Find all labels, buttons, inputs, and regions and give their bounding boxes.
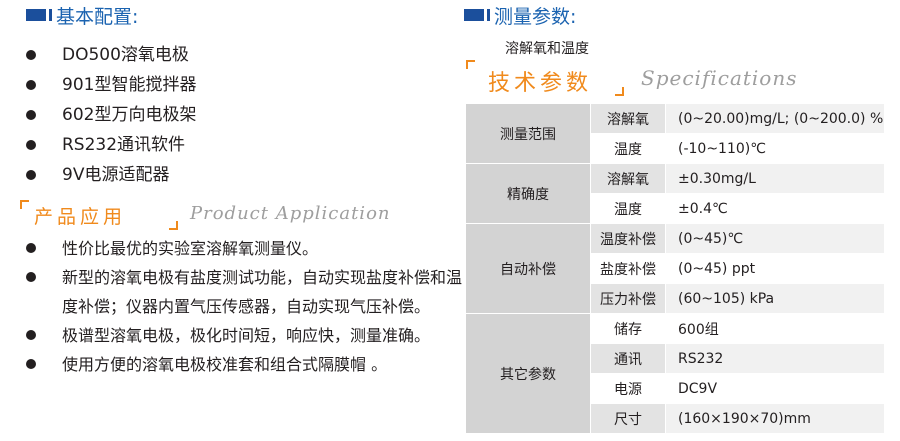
param-value: RS232	[665, 343, 885, 374]
product-application-list: 性价比最优的实验室溶解氧测量仪。 新型的溶氧电极有盐度测试功能，自动实现盐度补偿…	[26, 234, 466, 379]
product-application-title-en: Product Application	[190, 203, 391, 224]
bullet-icon	[26, 330, 36, 340]
section-marker-icon	[464, 9, 490, 21]
list-item: 新型的溶氧电极有盐度测试功能，自动实现盐度补偿和温度补偿；仪器内置气压传感器，自…	[26, 263, 466, 321]
param-value: ±0.30mg/L	[665, 163, 885, 194]
bullet-icon	[26, 170, 36, 180]
product-application-heading: 产品应用	[20, 200, 178, 230]
param-value: (60~105) kPa	[665, 283, 885, 314]
param-value: (160×190×70)mm	[665, 403, 885, 434]
param-name: 温度	[590, 133, 666, 164]
group-label: 其它参数	[465, 313, 591, 434]
list-item: 使用方便的溶氧电极校准套和组合式隔膜帽 。	[26, 350, 466, 379]
bullet-icon	[26, 272, 36, 282]
bullet-icon	[26, 243, 36, 253]
spec-table: 测量范围 溶解氧 (0~20.00)mg/L; (0~200.0) % 温度 (…	[465, 103, 885, 434]
spec-heading: 技术参数	[466, 60, 624, 96]
list-item: 602型万向电极架	[26, 100, 196, 130]
bullet-icon	[26, 110, 36, 120]
basic-config-list: DO500溶氧电极 901型智能搅拌器 602型万向电极架 RS232通讯软件 …	[26, 40, 196, 190]
param-name: 溶解氧	[590, 163, 666, 194]
param-name: 溶解氧	[590, 103, 666, 134]
group-label: 测量范围	[465, 103, 591, 164]
group-label: 精确度	[465, 163, 591, 224]
param-name: 压力补偿	[590, 283, 666, 314]
param-value: (-10~110)℃	[665, 133, 885, 164]
list-item: RS232通讯软件	[26, 130, 196, 160]
list-item: 901型智能搅拌器	[26, 70, 196, 100]
param-value: (0~45) ppt	[665, 253, 885, 284]
table-row: 精确度 溶解氧 ±0.30mg/L	[465, 163, 885, 224]
bullet-icon	[26, 50, 36, 60]
list-item: 极谱型溶氧电极，极化时间短，响应快，测量准确。	[26, 321, 466, 350]
spec-title-en: Specifications	[641, 66, 798, 90]
param-value: (0~45)℃	[665, 223, 885, 254]
param-name: 温度	[590, 193, 666, 224]
bullet-icon	[26, 359, 36, 369]
param-value: (0~20.00)mg/L; (0~200.0) %	[665, 103, 885, 134]
bullet-icon	[26, 80, 36, 90]
table-row: 自动补偿 温度补偿 (0~45)℃	[465, 223, 885, 314]
measure-subtitle: 溶解氧和温度	[505, 41, 589, 57]
section-marker-icon	[26, 9, 52, 21]
list-item: 性价比最优的实验室溶解氧测量仪。	[26, 234, 466, 263]
basic-config-title: 基本配置:	[56, 6, 139, 28]
param-name: 盐度补偿	[590, 253, 666, 284]
param-value: DC9V	[665, 373, 885, 404]
measure-params-title: 测量参数:	[494, 6, 577, 28]
bullet-icon	[26, 140, 36, 150]
group-label: 自动补偿	[465, 223, 591, 314]
list-item: 9V电源适配器	[26, 160, 196, 190]
param-value: ±0.4℃	[665, 193, 885, 224]
table-row: 测量范围 溶解氧 (0~20.00)mg/L; (0~200.0) %	[465, 103, 885, 164]
list-item: DO500溶氧电极	[26, 40, 196, 70]
product-application-title-cn: 产品应用	[34, 206, 127, 228]
param-value: 600组	[665, 313, 885, 344]
spec-title-cn: 技术参数	[488, 71, 593, 96]
param-name: 温度补偿	[590, 223, 666, 254]
param-name: 电源	[590, 373, 666, 404]
table-row: 其它参数 储存 600组	[465, 313, 885, 434]
param-name: 尺寸	[590, 403, 666, 434]
param-name: 储存	[590, 313, 666, 344]
param-name: 通讯	[590, 343, 666, 374]
